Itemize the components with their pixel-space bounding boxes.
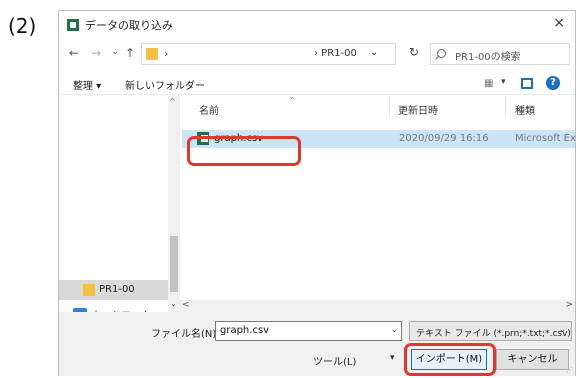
folder-icon xyxy=(83,284,95,296)
dialog-footer: ファイル名(N): graph.csv ⌄ テキスト ファイル (*.prn;*… xyxy=(59,312,575,376)
address-chevron[interactable]: › xyxy=(164,47,168,60)
scroll-left-arrow[interactable]: < xyxy=(182,300,190,310)
help-icon[interactable]: ? xyxy=(546,76,560,90)
filename-input[interactable]: graph.csv ⌄ xyxy=(215,321,402,341)
tools-dropdown-icon[interactable]: ▾ xyxy=(390,353,395,363)
scroll-thumb[interactable] xyxy=(170,236,178,292)
up-button[interactable]: ↑ xyxy=(125,46,135,60)
column-divider[interactable] xyxy=(505,96,506,118)
address-dropdown[interactable]: ⌄ xyxy=(370,47,378,58)
resize-grip-icon[interactable]: ⋰ xyxy=(566,366,573,374)
search-placeholder: PR1-00の検索 xyxy=(455,52,521,63)
navigation-scrollbar[interactable]: ^ xyxy=(168,96,180,300)
title-bar: データの取り込み × xyxy=(59,11,575,39)
view-dropdown[interactable]: ▾ xyxy=(501,77,506,87)
excel-app-icon xyxy=(67,19,79,31)
search-icon xyxy=(437,49,446,58)
navigation-pane: PR1-00 ^ xyxy=(59,96,180,300)
file-type-value: テキスト ファイル (*.prn;*.txt;*.csv) xyxy=(416,329,571,339)
folder-icon xyxy=(146,48,158,60)
preview-pane-icon[interactable] xyxy=(521,78,533,89)
window-title: データの取り込み xyxy=(85,19,173,32)
back-button[interactable]: ← xyxy=(69,46,79,60)
horizontal-scrollbar[interactable]: ⌄ < > xyxy=(168,299,575,312)
recent-locations-button[interactable]: ⌄ xyxy=(111,46,119,57)
file-type: Microsoft Excel xyxy=(515,133,575,144)
filename-value[interactable]: graph.csv xyxy=(220,325,269,336)
tools-button[interactable]: ツール(L) xyxy=(313,353,356,368)
command-toolbar: 整理 ▾ 新しいフォルダー ▦ ▾ ? xyxy=(59,73,575,95)
column-header-name[interactable]: 名前 xyxy=(199,102,219,117)
new-folder-button[interactable]: 新しいフォルダー xyxy=(125,77,205,92)
refresh-button[interactable]: ↻ xyxy=(404,45,424,63)
highlight-callout-file xyxy=(187,136,301,166)
scroll-down-arrow[interactable]: ⌄ xyxy=(170,299,177,308)
column-header-modified[interactable]: 更新日時 xyxy=(398,102,438,117)
search-input[interactable]: PR1-00の検索 xyxy=(430,43,570,65)
view-options-icon[interactable]: ▦ xyxy=(484,78,493,89)
highlight-callout-import xyxy=(404,343,496,376)
chevron-down-icon[interactable]: ⌄ xyxy=(558,325,566,335)
address-path[interactable]: › PR1-00 xyxy=(314,48,357,59)
forward-button[interactable]: → xyxy=(91,46,101,60)
sidebar-item-pr1-00[interactable]: PR1-00 xyxy=(59,280,168,300)
file-modified: 2020/09/29 16:16 xyxy=(399,133,489,144)
scroll-up-arrow[interactable]: ^ xyxy=(169,97,176,106)
filename-label: ファイル名(N): xyxy=(151,329,220,340)
chevron-down-icon[interactable]: ⌄ xyxy=(390,325,398,335)
address-bar[interactable]: › › PR1-00 ⌄ xyxy=(141,43,396,65)
cancel-button[interactable]: キャンセル xyxy=(496,349,569,370)
navigation-bar: ← → ⌄ ↑ › › PR1-00 ⌄ ↻ PR1-00の検索 xyxy=(59,43,575,67)
step-label: (2) xyxy=(8,14,37,38)
column-divider[interactable] xyxy=(389,96,390,118)
organize-button[interactable]: 整理 ▾ xyxy=(73,77,101,92)
import-data-dialog: データの取り込み × ← → ⌄ ↑ › › PR1-00 ⌄ ↻ PR1-00… xyxy=(58,10,576,376)
file-type-select[interactable]: テキスト ファイル (*.prn;*.txt;*.csv) ⌄ xyxy=(409,321,572,341)
sidebar-item-label: PR1-00 xyxy=(99,284,135,295)
column-header-type[interactable]: 種類 xyxy=(515,102,535,117)
file-list: ^ 名前 更新日時 種類 graph.csv 2020/09/29 16:16 … xyxy=(182,96,575,292)
scroll-right-arrow[interactable]: > xyxy=(565,300,573,310)
sort-ascending-icon: ^ xyxy=(289,96,296,105)
close-button[interactable]: × xyxy=(553,15,565,31)
